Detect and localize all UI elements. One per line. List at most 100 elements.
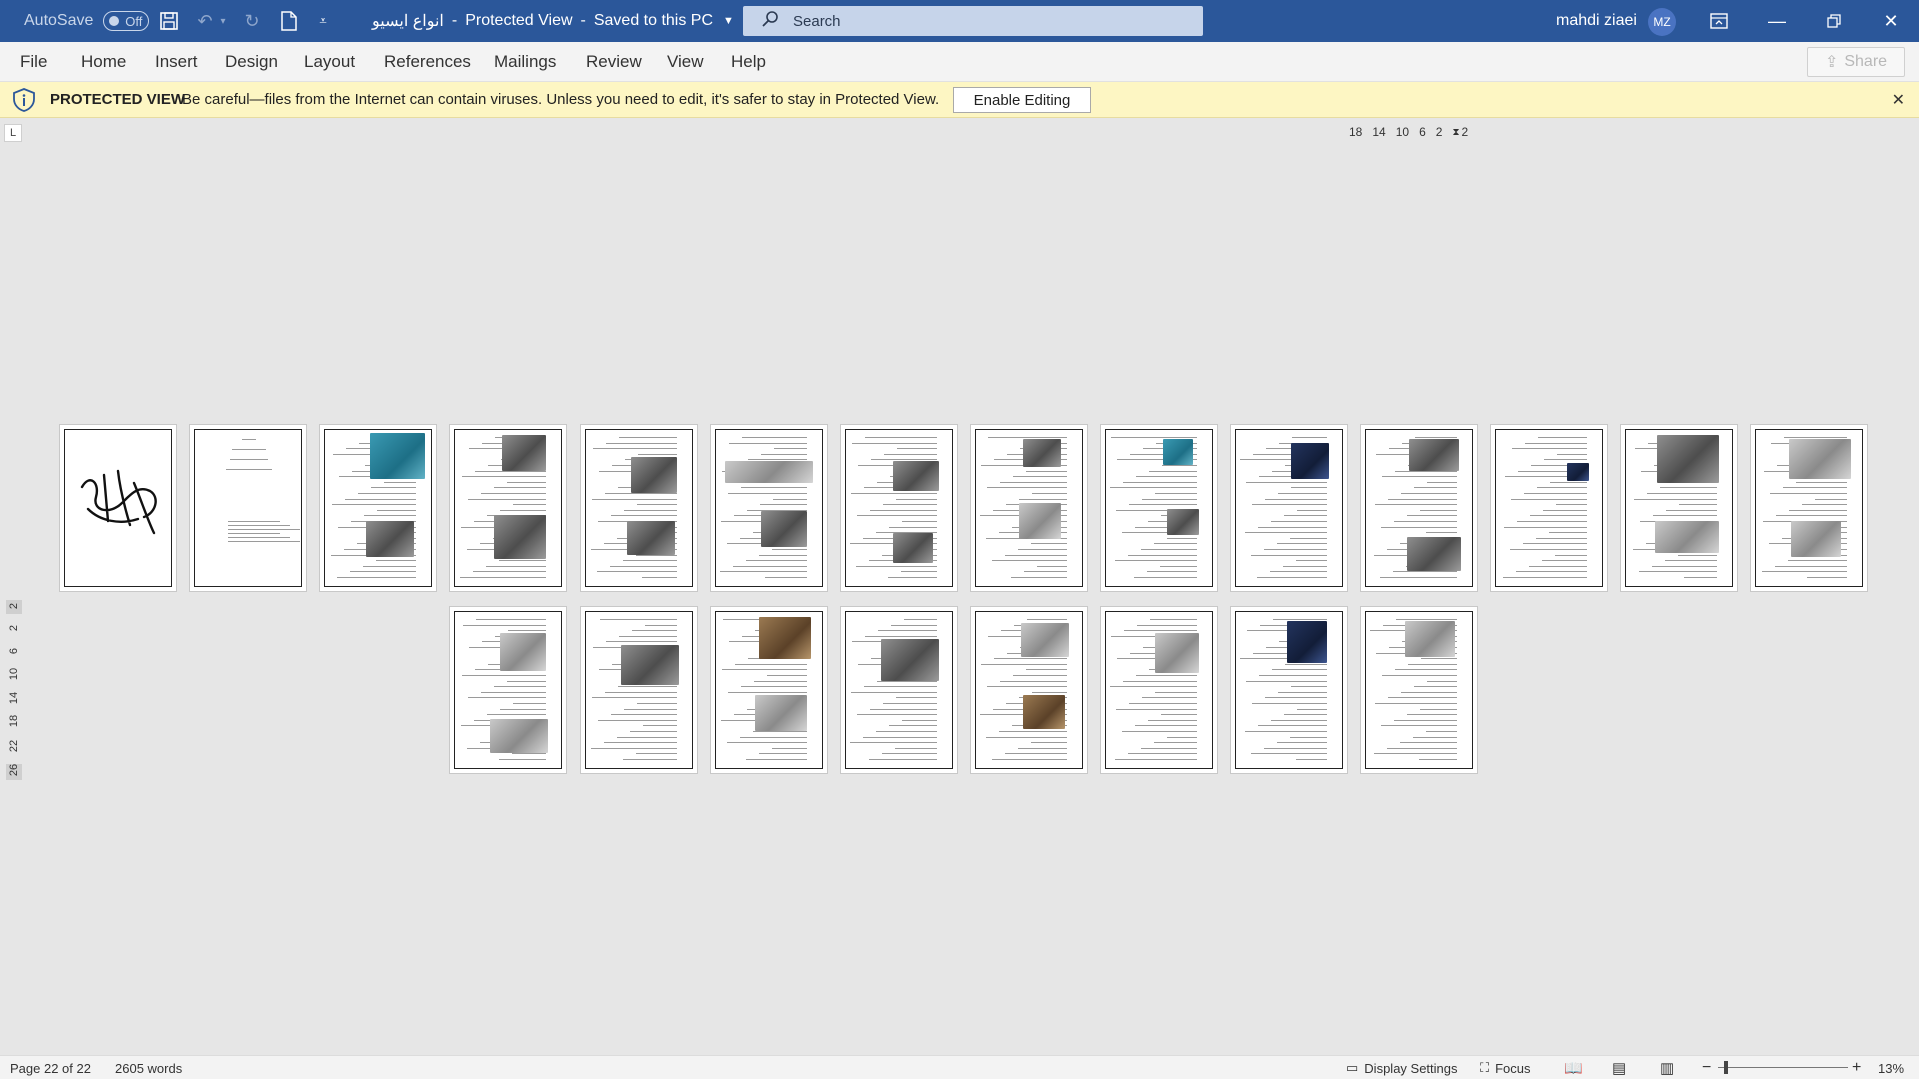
page-thumbnail[interactable] (449, 606, 567, 774)
redo-icon[interactable]: ↻ (237, 0, 267, 42)
text-line (384, 481, 416, 483)
web-layout-icon[interactable]: ▥ (1660, 1056, 1674, 1079)
page-thumbnail[interactable] (710, 424, 828, 592)
tab-help[interactable]: Help (731, 42, 766, 82)
tab-review[interactable]: Review (586, 42, 642, 82)
text-line (1646, 543, 1717, 545)
chevron-down-icon[interactable]: ▼ (723, 15, 734, 27)
page-thumbnail[interactable] (1490, 424, 1608, 592)
page-thumbnail[interactable] (840, 424, 958, 592)
restore-icon[interactable] (1811, 0, 1857, 42)
close-icon[interactable]: ✕ (1892, 90, 1905, 110)
vertical-ruler[interactable]: 2 2 6 10 14 18 22 26 (6, 600, 22, 780)
close-icon[interactable]: ✕ (1868, 0, 1914, 42)
tab-design[interactable]: Design (225, 42, 278, 82)
tab-home[interactable]: Home (81, 42, 126, 82)
page-thumbnail[interactable] (1230, 424, 1348, 592)
page-thumbnail[interactable] (1100, 606, 1218, 774)
page-thumbnail[interactable] (710, 606, 828, 774)
page-indicator[interactable]: Page 22 of 22 (10, 1056, 91, 1079)
text-line (604, 543, 677, 545)
horizontal-ruler[interactable]: 18 14 10 6 2 ⧗ 2 (1349, 123, 1479, 141)
tab-layout[interactable]: Layout (304, 42, 355, 82)
indent-marker-icon[interactable]: ⧗ (1452, 127, 1459, 138)
share-button[interactable]: ⇪ Share (1807, 47, 1905, 77)
page-thumbnail[interactable] (1620, 424, 1738, 592)
text-line (1529, 565, 1587, 567)
text-line (1375, 703, 1457, 704)
tab-mailings[interactable]: Mailings (494, 42, 556, 82)
text-line (1796, 481, 1847, 483)
search-box[interactable]: Search (743, 6, 1203, 36)
save-icon[interactable] (154, 0, 184, 42)
zoom-slider-thumb[interactable] (1724, 1061, 1728, 1074)
enable-editing-button[interactable]: Enable Editing (953, 87, 1091, 113)
user-name[interactable]: mahdi ziaei (1556, 0, 1637, 42)
text-line (1795, 532, 1847, 534)
document-title[interactable]: انواع ایسیو - Protected View - Saved to … (372, 0, 734, 42)
zoom-level[interactable]: 13% (1878, 1056, 1904, 1079)
text-line (1763, 521, 1847, 522)
page-thumbnail[interactable] (840, 606, 958, 774)
ecu-photo (1657, 435, 1719, 483)
tab-file[interactable]: File (20, 42, 47, 82)
page-thumbnail[interactable] (1360, 424, 1478, 592)
display-settings-button[interactable]: ▭ Display Settings (1346, 1056, 1458, 1079)
zoom-slider[interactable] (1718, 1067, 1848, 1068)
zoom-in-icon[interactable]: + (1852, 1056, 1861, 1079)
zoom-out-icon[interactable]: − (1702, 1056, 1711, 1079)
text-line (1265, 697, 1327, 699)
minimize-icon[interactable]: — (1754, 0, 1800, 42)
text-line (1116, 509, 1197, 511)
autosave-toggle[interactable]: AutoSave Off (24, 0, 150, 42)
page-thumbnail[interactable] (1360, 606, 1478, 774)
undo-dropdown-icon[interactable]: ▾ (216, 0, 230, 42)
page-thumbnail[interactable] (580, 424, 698, 592)
text-line (474, 719, 546, 721)
page-thumbnail[interactable] (319, 424, 437, 592)
text-line (1020, 647, 1067, 648)
text-line (1427, 680, 1457, 682)
text-line (1640, 521, 1717, 522)
avatar[interactable]: MZ (1648, 8, 1676, 36)
new-document-icon[interactable] (274, 0, 304, 42)
text-line (1374, 554, 1457, 556)
page-thumbnail[interactable] (580, 606, 698, 774)
word-count[interactable]: 2605 words (115, 1056, 182, 1079)
print-layout-icon[interactable]: ▤ (1612, 1056, 1626, 1079)
ribbon-display-options-icon[interactable] (1696, 0, 1742, 42)
tab-selector[interactable]: L (4, 124, 22, 142)
tab-insert[interactable]: Insert (155, 42, 198, 82)
page-thumbnail[interactable] (449, 424, 567, 592)
text-line (765, 577, 807, 578)
text-line (623, 759, 677, 760)
text-line (746, 560, 807, 562)
ruler-tick: 2 (1461, 125, 1469, 139)
text-line (734, 714, 807, 716)
text-line (1814, 549, 1847, 550)
page-thumbnail[interactable] (1230, 606, 1348, 774)
page-thumbnail[interactable] (970, 424, 1088, 592)
text-line (593, 448, 677, 450)
autosave-switch[interactable]: Off (103, 11, 150, 31)
page-thumbnail[interactable] (970, 606, 1088, 774)
focus-button[interactable]: ⛶ Focus (1480, 1056, 1531, 1079)
text-line (850, 543, 937, 545)
page-thumbnail[interactable] (59, 424, 177, 592)
text-line (1129, 504, 1197, 506)
text-line (482, 641, 546, 643)
text-line (1775, 565, 1847, 567)
page-thumbnail[interactable] (1750, 424, 1868, 592)
text-line (988, 635, 1067, 637)
tab-view[interactable]: View (667, 42, 704, 82)
customize-toolbar-icon[interactable]: ⩡ (308, 0, 338, 42)
read-mode-icon[interactable]: 📖 (1564, 1056, 1583, 1079)
tab-references[interactable]: References (384, 42, 471, 82)
page-thumbnail[interactable] (1100, 424, 1218, 592)
ruler-tick: 2 (8, 624, 20, 632)
page-thumbnail[interactable] (189, 424, 307, 592)
text-line (612, 663, 677, 665)
text-line (1653, 515, 1717, 517)
text-line (857, 714, 937, 716)
text-line (468, 697, 546, 699)
